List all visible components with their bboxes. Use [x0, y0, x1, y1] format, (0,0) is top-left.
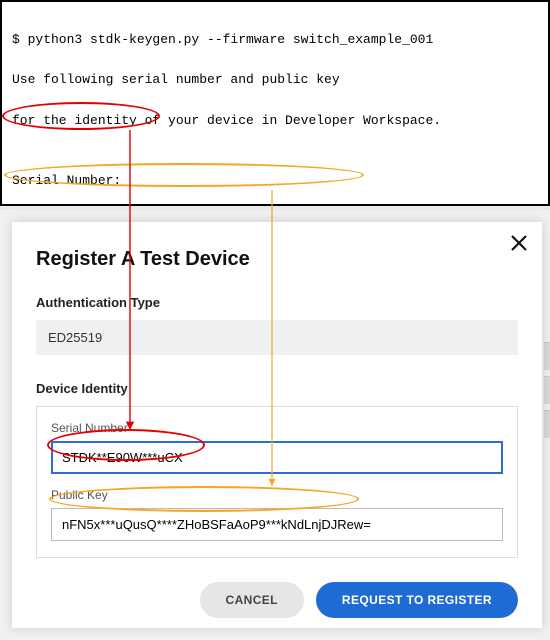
serial-number-input[interactable] [51, 441, 503, 474]
request-register-button[interactable]: REQUEST TO REGISTER [316, 582, 518, 618]
auth-type-label: Authentication Type [36, 295, 518, 310]
terminal-line: $ python3 stdk-keygen.py --firmware swit… [12, 30, 538, 50]
auth-type-value: ED25519 [36, 320, 518, 355]
register-device-modal: Register A Test Device Authentication Ty… [12, 222, 542, 628]
terminal-line: for the identity of your device in Devel… [12, 111, 538, 131]
background-stripe [544, 376, 550, 404]
close-button[interactable] [510, 234, 528, 257]
modal-title: Register A Test Device [36, 248, 518, 271]
terminal-output: $ python3 stdk-keygen.py --firmware swit… [2, 2, 548, 204]
terminal-line: Use following serial number and public k… [12, 70, 538, 90]
device-identity-group: Serial Number Public Key [36, 406, 518, 558]
terminal-serial-label: Serial Number: [12, 171, 538, 191]
background-stripe [544, 410, 550, 438]
public-key-label: Public Key [51, 488, 503, 502]
cancel-button[interactable]: CANCEL [200, 582, 304, 618]
background-stripe [544, 342, 550, 370]
close-icon [510, 234, 528, 252]
terminal-window: $ python3 stdk-keygen.py --firmware swit… [0, 0, 550, 206]
button-row: CANCEL REQUEST TO REGISTER [36, 582, 518, 618]
device-identity-label: Device Identity [36, 381, 518, 396]
public-key-input[interactable] [51, 508, 503, 541]
serial-number-label: Serial Number [51, 421, 503, 435]
